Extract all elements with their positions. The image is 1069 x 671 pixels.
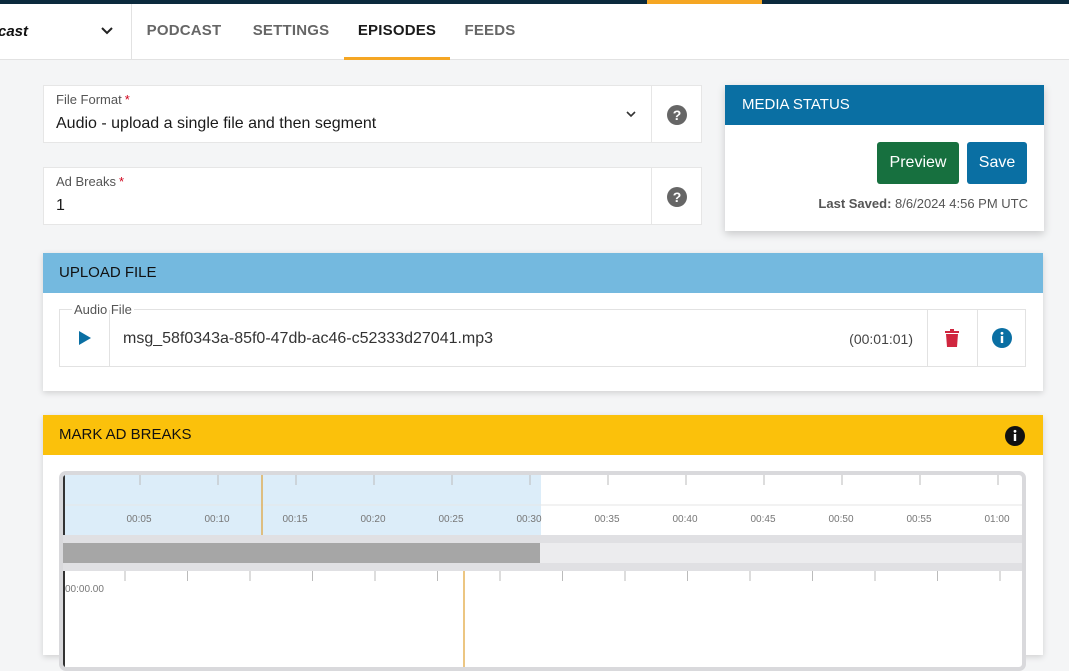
timeline-label: 00:10 [204,514,229,525]
timeline-label: 00:15 [282,514,307,525]
file-format-help[interactable]: ? [651,86,701,142]
file-info-button[interactable] [977,310,1025,366]
ad-breaks-value: 1 [56,197,65,214]
info-circle-icon [992,328,1012,348]
tab-settings[interactable]: SETTINGS [250,4,332,60]
tab-feeds[interactable]: FEEDS [463,4,517,60]
svg-text:?: ? [673,107,682,123]
svg-text:?: ? [673,189,682,205]
mark-ad-breaks-title: MARK AD BREAKS [43,415,1043,455]
upload-file-panel: UPLOAD FILE Audio File msg_58f0343a-85f0… [43,253,1043,391]
upload-file-title: UPLOAD FILE [43,253,1043,293]
ad-breaks-field[interactable]: Ad Breaks * 1 ? [43,167,702,225]
save-button[interactable]: Save [967,142,1027,184]
timeline-label: 00:50 [828,514,853,525]
ad-breaks-label: Ad Breaks * [56,174,125,189]
trash-icon [945,329,959,347]
timeline-label: 00:30 [516,514,541,525]
header: cast PODCAST SETTINGS EPISODES FEEDS [0,4,1069,60]
audio-file-row: Audio File msg_58f0343a-85f0-47db-ac46-c… [59,302,1026,367]
timeline-label: 01:00 [984,514,1009,525]
file-format-label: File Format * [56,92,130,107]
media-status-title: MEDIA STATUS [725,85,1044,125]
podcast-selector[interactable]: cast [0,4,132,60]
timeline-svg: 00:05 00:10 00:15 00:20 00:25 00:30 00:35 00:40… [63,475,1022,667]
waveform-editor[interactable]: 00:05 00:10 00:15 00:20 00:25 00:30 00:35 00:40… [59,471,1026,671]
timeline-label: 00:35 [594,514,619,525]
timeline-label: 00:40 [672,514,697,525]
timeline-label: 00:20 [360,514,385,525]
detail-ticks [124,571,1001,581]
last-saved: Last Saved: 8/6/2024 4:56 PM UTC [818,196,1028,211]
mark-ad-breaks-panel: MARK AD BREAKS 00:05 00:10 00:15 00:20 00:25… [43,415,1043,671]
timeline-label: 00:25 [438,514,463,525]
tab-episodes[interactable]: EPISODES [344,4,450,60]
timeline-label: 00:05 [126,514,151,525]
podcast-name: cast [0,23,29,40]
audio-file-name: msg_58f0343a-85f0-47db-ac46-c52333d27041… [123,330,494,347]
zoom-start-label: 00:00.00 [65,584,104,595]
play-button[interactable] [60,310,110,366]
chevron-down-icon [101,27,113,35]
timeline-label: 00:55 [906,514,931,525]
ad-breaks-help[interactable]: ? [651,168,701,224]
file-format-value: Audio - upload a single file and then se… [56,115,377,132]
timeline-label: 00:45 [750,514,775,525]
play-icon [79,331,91,345]
audio-duration: (00:01:01) [849,331,913,347]
info-circle-icon[interactable] [1005,426,1025,446]
scrollbar-thumb[interactable] [63,543,540,563]
question-circle-icon: ? [667,105,687,125]
media-status-panel: MEDIA STATUS Preview Save Last Saved: 8/… [725,85,1044,231]
chevron-down-icon[interactable] [625,108,637,120]
preview-button[interactable]: Preview [877,142,959,184]
question-circle-icon: ? [667,187,687,207]
tab-podcast[interactable]: PODCAST [146,4,222,60]
file-format-select[interactable]: File Format * Audio - upload a single fil… [43,85,702,143]
delete-button[interactable] [927,310,977,366]
